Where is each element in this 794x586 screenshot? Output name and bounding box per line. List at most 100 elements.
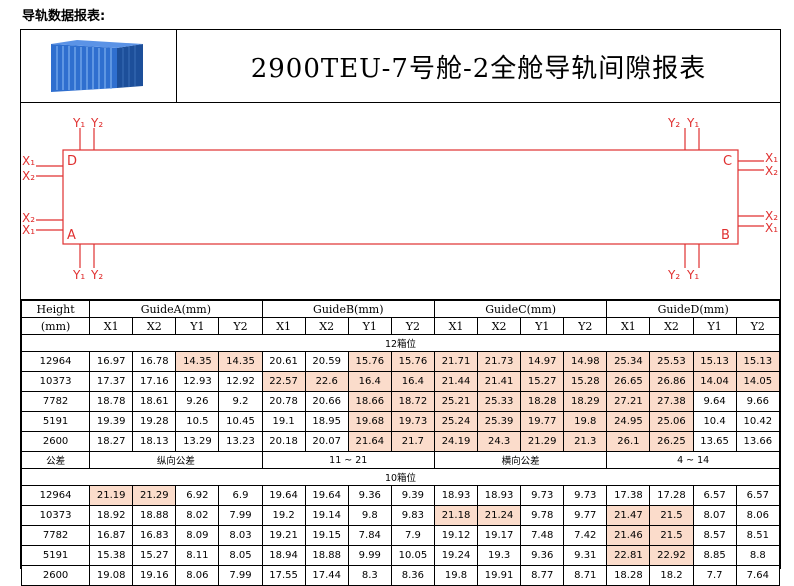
value-cell: 15.13 xyxy=(735,351,781,372)
value-cell: 21.3 xyxy=(563,431,608,452)
value-cell: 10.42 xyxy=(735,411,781,432)
value-cell: 19.08 xyxy=(89,565,134,586)
value-cell: 17.37 xyxy=(89,371,134,392)
table-row: 2600 19.08 19.16 8.06 7.99 17.55 17.44 8.3 8.36 1… xyxy=(20,565,781,586)
value-cell: 7.48 xyxy=(520,525,565,546)
subcol-header: Y2 xyxy=(735,317,781,335)
value-cell: 22.57 xyxy=(261,371,306,392)
value-cell: 9.66 xyxy=(735,391,781,412)
value-cell: 18.93 xyxy=(477,485,522,506)
report-header: 2900TEU-7号舱-2全舱导轨间隙报表 xyxy=(21,30,780,103)
value-cell: 9.64 xyxy=(692,391,737,412)
tolerance-row: 公差 纵向公差 11 ~ 21 横向公差 4 ~ 14 xyxy=(20,451,780,469)
value-cell: 22.92 xyxy=(649,545,694,566)
d-x2-label: X₂ xyxy=(22,169,35,183)
header-row-guides: Height GuideA(mm) GuideB(mm) GuideC(mm) Guid… xyxy=(20,300,780,318)
value-cell: 18.28 xyxy=(520,391,565,412)
value-cell: 7.84 xyxy=(347,525,392,546)
table-row: 12964 16.97 16.78 14.35 14.35 20.61 20.59 15.76… xyxy=(20,351,781,372)
table-row: 10373 17.37 17.16 12.93 12.92 22.57 22.6 16.4 16… xyxy=(20,371,781,392)
value-cell: 19.1 xyxy=(261,411,306,432)
c-y1-label: Y₁ xyxy=(686,116,699,130)
value-cell: 8.02 xyxy=(175,505,220,526)
height-cell: 10373 xyxy=(20,505,91,526)
value-cell: 8.05 xyxy=(218,545,263,566)
height-cell: 2600 xyxy=(20,565,91,586)
subcol-header: X1 xyxy=(606,317,651,335)
value-cell: 15.27 xyxy=(520,371,565,392)
value-cell: 19.68 xyxy=(347,411,392,432)
report-frame: 2900TEU-7号舱-2全舱导轨间隙报表 D C A B X₁ X₂ X₂ X… xyxy=(20,29,781,586)
value-cell: 20.59 xyxy=(304,351,349,372)
value-cell: 8.36 xyxy=(390,565,435,586)
height-cell: 12964 xyxy=(20,351,91,372)
value-cell: 8.71 xyxy=(563,565,608,586)
value-cell: 17.55 xyxy=(261,565,306,586)
value-cell: 10.5 xyxy=(175,411,220,432)
value-cell: 21.24 xyxy=(477,505,522,526)
value-cell: 19.28 xyxy=(132,411,177,432)
value-cell: 16.87 xyxy=(89,525,134,546)
report-title: 2900TEU-7号舱-2全舱导轨间隙报表 xyxy=(250,53,707,84)
a-y2-label: Y₂ xyxy=(90,268,103,282)
value-cell: 14.97 xyxy=(520,351,565,372)
value-cell: 18.95 xyxy=(304,411,349,432)
value-cell: 17.16 xyxy=(132,371,177,392)
section-label: 10箱位 xyxy=(21,468,780,486)
subcol-header: Y2 xyxy=(390,317,435,335)
height-cell: 12964 xyxy=(20,485,91,506)
table-row: 2600 18.27 18.13 13.29 13.23 20.18 20.07 21.64 2… xyxy=(20,431,781,452)
height-cell: 2600 xyxy=(20,431,91,452)
value-cell: 17.38 xyxy=(606,485,651,506)
value-cell: 9.8 xyxy=(347,505,392,526)
table-row: 5191 19.39 19.28 10.5 10.45 19.1 18.95 19.68 19.… xyxy=(20,411,781,432)
value-cell: 26.86 xyxy=(649,371,694,392)
value-cell: 26.25 xyxy=(649,431,694,452)
subcol-header: X1 xyxy=(89,317,134,335)
value-cell: 19.17 xyxy=(477,525,522,546)
value-cell: 18.27 xyxy=(89,431,134,452)
value-cell: 20.18 xyxy=(261,431,306,452)
value-cell: 15.27 xyxy=(132,545,177,566)
value-cell: 18.92 xyxy=(89,505,134,526)
value-cell: 19.77 xyxy=(520,411,565,432)
value-cell: 9.26 xyxy=(175,391,220,412)
value-cell: 21.41 xyxy=(477,371,522,392)
header-row-subcols: (mm) X1 X2 Y1 Y2 X1 X2 Y1 Y2 X1 X2 Y1 Y2 X1 X2 Y1 Y2 xyxy=(20,317,781,335)
value-cell: 6.57 xyxy=(692,485,737,506)
value-cell: 18.13 xyxy=(132,431,177,452)
value-cell: 7.9 xyxy=(390,525,435,546)
value-cell: 25.53 xyxy=(649,351,694,372)
b-x1-label: X₁ xyxy=(765,221,778,235)
value-cell: 12.92 xyxy=(218,371,263,392)
d-y2-label: Y₂ xyxy=(90,116,103,130)
value-cell: 9.39 xyxy=(390,485,435,506)
height-header: Height xyxy=(20,300,91,318)
value-cell: 9.77 xyxy=(563,505,608,526)
value-cell: 9.73 xyxy=(520,485,565,506)
value-cell: 20.07 xyxy=(304,431,349,452)
guide-rail-diagram: D C A B X₁ X₂ X₂ X₁ X₁ X₂ X₂ X₁ Y₁ Y₂ Y₁… xyxy=(21,103,780,300)
subcol-header: X2 xyxy=(477,317,522,335)
value-cell: 18.66 xyxy=(347,391,392,412)
table-row: 7782 16.87 16.83 8.09 8.03 19.21 19.15 7.84 7.9 1… xyxy=(20,525,781,546)
value-cell: 21.73 xyxy=(477,351,522,372)
value-cell: 18.88 xyxy=(132,505,177,526)
value-cell: 8.06 xyxy=(175,565,220,586)
value-cell: 15.38 xyxy=(89,545,134,566)
value-cell: 6.57 xyxy=(735,485,781,506)
value-cell: 19.15 xyxy=(304,525,349,546)
value-cell: 25.34 xyxy=(606,351,651,372)
subcol-header: Y1 xyxy=(692,317,737,335)
value-cell: 8.85 xyxy=(692,545,737,566)
subcol-header: Y2 xyxy=(563,317,608,335)
value-cell: 18.93 xyxy=(433,485,479,506)
value-cell: 14.35 xyxy=(218,351,263,372)
value-cell: 21.47 xyxy=(606,505,651,526)
value-cell: 9.99 xyxy=(347,545,392,566)
logo-cell xyxy=(21,30,177,102)
value-cell: 9.78 xyxy=(520,505,565,526)
subcol-header: Y2 xyxy=(218,317,263,335)
value-cell: 19.8 xyxy=(563,411,608,432)
value-cell: 14.98 xyxy=(563,351,608,372)
